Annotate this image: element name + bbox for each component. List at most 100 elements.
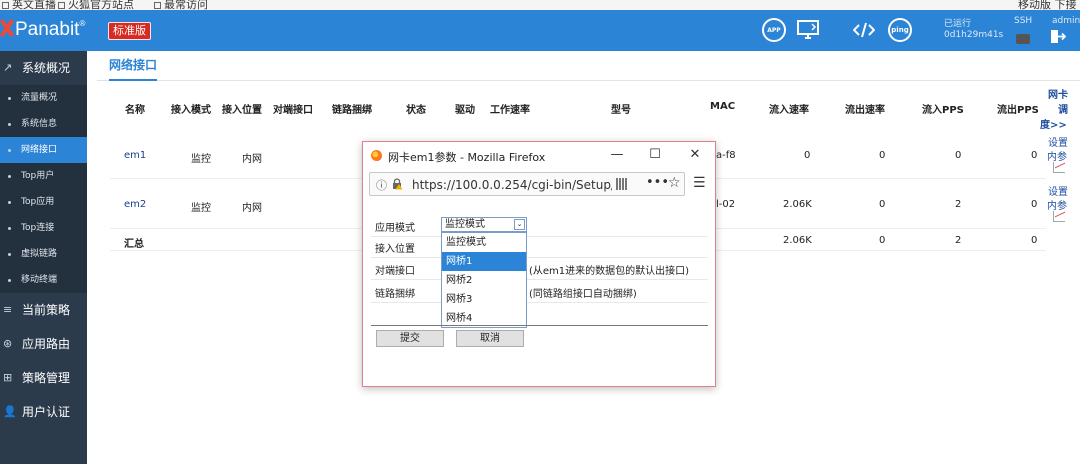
total-in-rate: 2.06K bbox=[783, 235, 812, 246]
sidebar-sub-label: Top用户 bbox=[21, 171, 55, 181]
sidebar-item-app-route[interactable]: ⊛ 应用路由 bbox=[0, 327, 87, 361]
qr-icon[interactable] bbox=[616, 178, 628, 190]
chart-icon[interactable] bbox=[1053, 162, 1065, 173]
col-header: 对端接口 bbox=[273, 105, 313, 116]
sidebar-item-label: 当前策略 bbox=[22, 303, 71, 317]
sidebar-item-overview[interactable]: ↗ 系统概况 bbox=[0, 51, 87, 85]
nic-schedule-link[interactable]: 网卡 bbox=[1048, 86, 1068, 101]
user-icon: 👤 bbox=[3, 405, 17, 418]
col-header: 链路捆绑 bbox=[332, 105, 372, 116]
route-icon: ⊛ bbox=[3, 337, 13, 350]
bullet-icon bbox=[8, 97, 11, 100]
sidebar-sub-top-apps[interactable]: Top应用 bbox=[0, 189, 87, 215]
maximize-button[interactable]: ☐ bbox=[645, 146, 665, 164]
cell-in-rate: 2.06K bbox=[783, 199, 812, 210]
bullet-icon bbox=[8, 227, 11, 230]
params-link[interactable]: 内参 bbox=[1047, 197, 1067, 212]
option-bridge-1[interactable]: 网桥1 bbox=[442, 252, 526, 271]
ssh-label: SSH bbox=[1014, 16, 1033, 26]
col-header: 流入PPS bbox=[922, 105, 964, 116]
iface-name-link[interactable]: em1 bbox=[124, 150, 146, 161]
cancel-button[interactable]: 取消 bbox=[456, 330, 524, 347]
code-icon[interactable] bbox=[852, 18, 876, 42]
edition-badge: 标准版 bbox=[108, 22, 151, 40]
sidebar-sub-mobile[interactable]: 移动终端 bbox=[0, 267, 87, 293]
bookmark-icon bbox=[2, 1, 9, 9]
brand-logo[interactable]: Panabit® bbox=[0, 18, 85, 41]
tab-bar: 网络接口 bbox=[97, 51, 1080, 81]
col-header: 状态 bbox=[406, 105, 426, 116]
params-link[interactable]: 内参 bbox=[1047, 148, 1067, 163]
col-header: 流出PPS bbox=[997, 105, 1039, 116]
submit-button[interactable]: 提交 bbox=[376, 330, 444, 347]
bullet-icon bbox=[8, 253, 11, 256]
minimize-button[interactable]: — bbox=[607, 146, 627, 164]
sidebar-sub-top-users[interactable]: Top用户 bbox=[0, 163, 87, 189]
ssh-toggle[interactable] bbox=[1016, 34, 1030, 44]
cell-mode: 监控 bbox=[191, 203, 211, 214]
col-header: 接入位置 bbox=[222, 105, 262, 116]
chart-icon: ↗ bbox=[3, 61, 13, 74]
sidebar-sub-label: Top应用 bbox=[21, 197, 55, 207]
form-divider bbox=[371, 302, 708, 303]
hamburger-menu-icon[interactable]: ☰ bbox=[693, 176, 706, 190]
bookmark-item[interactable]: 英文直播 bbox=[2, 0, 56, 10]
iface-name-link[interactable]: em2 bbox=[124, 199, 146, 210]
sidebar-sub-top-conns[interactable]: Top连接 bbox=[0, 215, 87, 241]
ping-icon[interactable]: ping bbox=[888, 18, 912, 42]
option-bridge-3[interactable]: 网桥3 bbox=[442, 290, 526, 309]
top-header: Panabit® 标准版 APP ping 已运行 0d1h29m41s SSH… bbox=[0, 10, 1080, 51]
mobile-version-link[interactable]: 移动版 下接 bbox=[1018, 0, 1077, 10]
bookmark-label: 火狐官方站点 bbox=[68, 0, 134, 10]
form-divider bbox=[371, 257, 708, 258]
url-bar[interactable]: ⓘ https://100.0.0.254/cgi-bin/Setup/ •••… bbox=[369, 172, 685, 196]
nic-schedule-link[interactable]: 度>> bbox=[1040, 116, 1067, 131]
sidebar-sub-virtual-links[interactable]: 虚拟链路 bbox=[0, 241, 87, 267]
cell-in-pps: 2 bbox=[955, 199, 962, 210]
chart-icon[interactable] bbox=[1053, 211, 1065, 222]
sidebar-sub-traffic[interactable]: 流量概况 bbox=[0, 85, 87, 111]
col-header: 名称 bbox=[125, 105, 145, 116]
logout-icon[interactable] bbox=[1050, 29, 1067, 44]
app-mode-dropdown: 监控模式 网桥1 网桥2 网桥3 网桥4 bbox=[441, 232, 527, 328]
cell-position: 内网 bbox=[242, 154, 262, 165]
form-divider bbox=[371, 279, 708, 280]
bookmark-item[interactable]: 火狐官方站点 bbox=[58, 0, 134, 10]
cell-position: 内网 bbox=[242, 203, 262, 214]
sidebar-item-user-auth[interactable]: 👤 用户认证 bbox=[0, 395, 87, 429]
monitor-upload-icon[interactable] bbox=[796, 18, 820, 42]
nic-schedule-link[interactable]: 调 bbox=[1058, 101, 1068, 116]
more-icon[interactable]: ••• bbox=[646, 175, 669, 190]
chevron-down-icon[interactable]: ⌄ bbox=[514, 219, 525, 230]
sidebar-sub-sysinfo[interactable]: 系统信息 bbox=[0, 111, 87, 137]
col-header: 流出速率 bbox=[845, 105, 885, 116]
ping-text: ping bbox=[891, 26, 909, 34]
app-mode-select[interactable]: 监控模式 ⌄ bbox=[441, 217, 527, 232]
col-header: 驱动 bbox=[455, 105, 475, 116]
app-icon[interactable]: APP bbox=[762, 18, 786, 42]
sidebar-sub-interfaces[interactable]: 网络接口 bbox=[0, 137, 87, 163]
admin-user[interactable]: admin bbox=[1052, 16, 1080, 26]
bullet-icon bbox=[8, 123, 11, 126]
option-bridge-2[interactable]: 网桥2 bbox=[442, 271, 526, 290]
bookmark-star-icon[interactable]: ☆ bbox=[668, 175, 681, 191]
settings-link[interactable]: 设置 bbox=[1048, 134, 1068, 149]
list-icon: ≡ bbox=[3, 303, 13, 316]
close-button[interactable]: ✕ bbox=[685, 146, 705, 164]
bookmark-item[interactable]: 最常访问 bbox=[154, 0, 208, 10]
cell-out-pps: 0 bbox=[1031, 199, 1038, 210]
total-label: 汇总 bbox=[124, 239, 144, 250]
col-header: 工作速率 bbox=[490, 105, 530, 116]
info-icon[interactable]: ⓘ bbox=[376, 177, 387, 193]
popup-titlebar[interactable]: 网卡em1参数 - Mozilla Firefox — ☐ ✕ bbox=[363, 142, 715, 168]
sidebar-item-policy-mgmt[interactable]: ⊞ 策略管理 bbox=[0, 361, 87, 395]
tab-network-interfaces[interactable]: 网络接口 bbox=[109, 56, 158, 81]
col-header: 型号 bbox=[611, 105, 631, 116]
settings-link[interactable]: 设置 bbox=[1048, 183, 1068, 198]
option-monitor[interactable]: 监控模式 bbox=[442, 233, 526, 252]
lock-warning-icon[interactable] bbox=[392, 178, 403, 190]
sidebar-item-label: 用户认证 bbox=[22, 405, 71, 419]
field-label-peer: 对端接口 bbox=[375, 266, 415, 277]
sidebar-submenu: 流量概况 系统信息 网络接口 Top用户 Top应用 Top连接 虚拟链路 移动… bbox=[0, 85, 87, 293]
sidebar-item-current-policy[interactable]: ≡ 当前策略 bbox=[0, 293, 87, 327]
